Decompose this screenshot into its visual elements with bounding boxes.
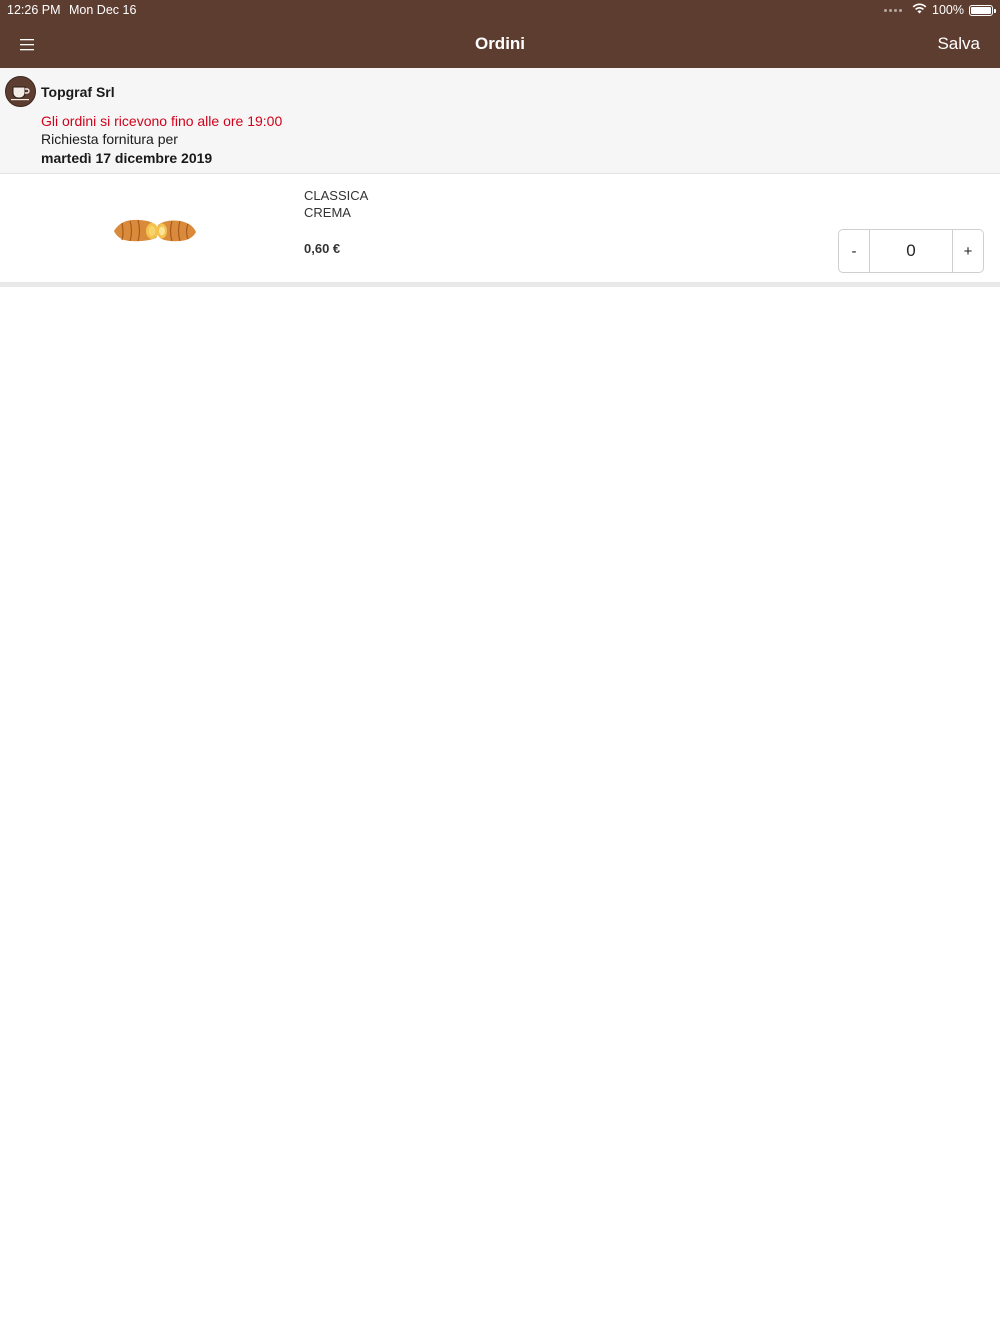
page-title: Ordini (474, 34, 526, 53)
wifi-icon (912, 3, 927, 17)
customer-info: Topgraf Srl Gli ordini si ricevono fino … (0, 68, 1000, 174)
product-name: CLASSICA CREMA (304, 187, 368, 221)
save-button[interactable]: Salva (937, 34, 980, 54)
status-bar: 12:26 PM Mon Dec 16 100% (0, 0, 1000, 20)
product-name-line2: CREMA (304, 205, 351, 220)
product-name-line1: CLASSICA (304, 188, 369, 203)
product-price: 0,60 € (304, 241, 341, 256)
status-indicators: 100% (884, 3, 996, 17)
supply-request-label: Richiesta fornitura per (41, 131, 178, 147)
nav-bar: Ordini Salva (0, 20, 1000, 68)
increment-button[interactable]: + (953, 230, 983, 272)
coffee-cup-icon (5, 76, 36, 107)
decrement-button[interactable]: - (839, 230, 869, 272)
signal-dots-icon (884, 8, 903, 12)
croissant-image (110, 211, 198, 247)
quantity-stepper: - 0 + (838, 229, 984, 273)
battery-text: 100% (932, 3, 964, 17)
product-row: CLASSICA CREMA 0,60 € - 0 + (0, 175, 1000, 287)
company-name: Topgraf Srl (41, 84, 115, 100)
delivery-date: martedì 17 dicembre 2019 (41, 150, 213, 166)
status-time: 12:26 PM (7, 3, 61, 17)
battery-icon (969, 4, 996, 16)
status-date: Mon Dec 16 (69, 3, 137, 17)
app-header: 12:26 PM Mon Dec 16 100% Ordini Salva (0, 0, 1000, 68)
order-deadline-notice: Gli ordini si ricevono fino alle ore 19:… (41, 113, 283, 129)
quantity-input[interactable]: 0 (869, 230, 953, 272)
